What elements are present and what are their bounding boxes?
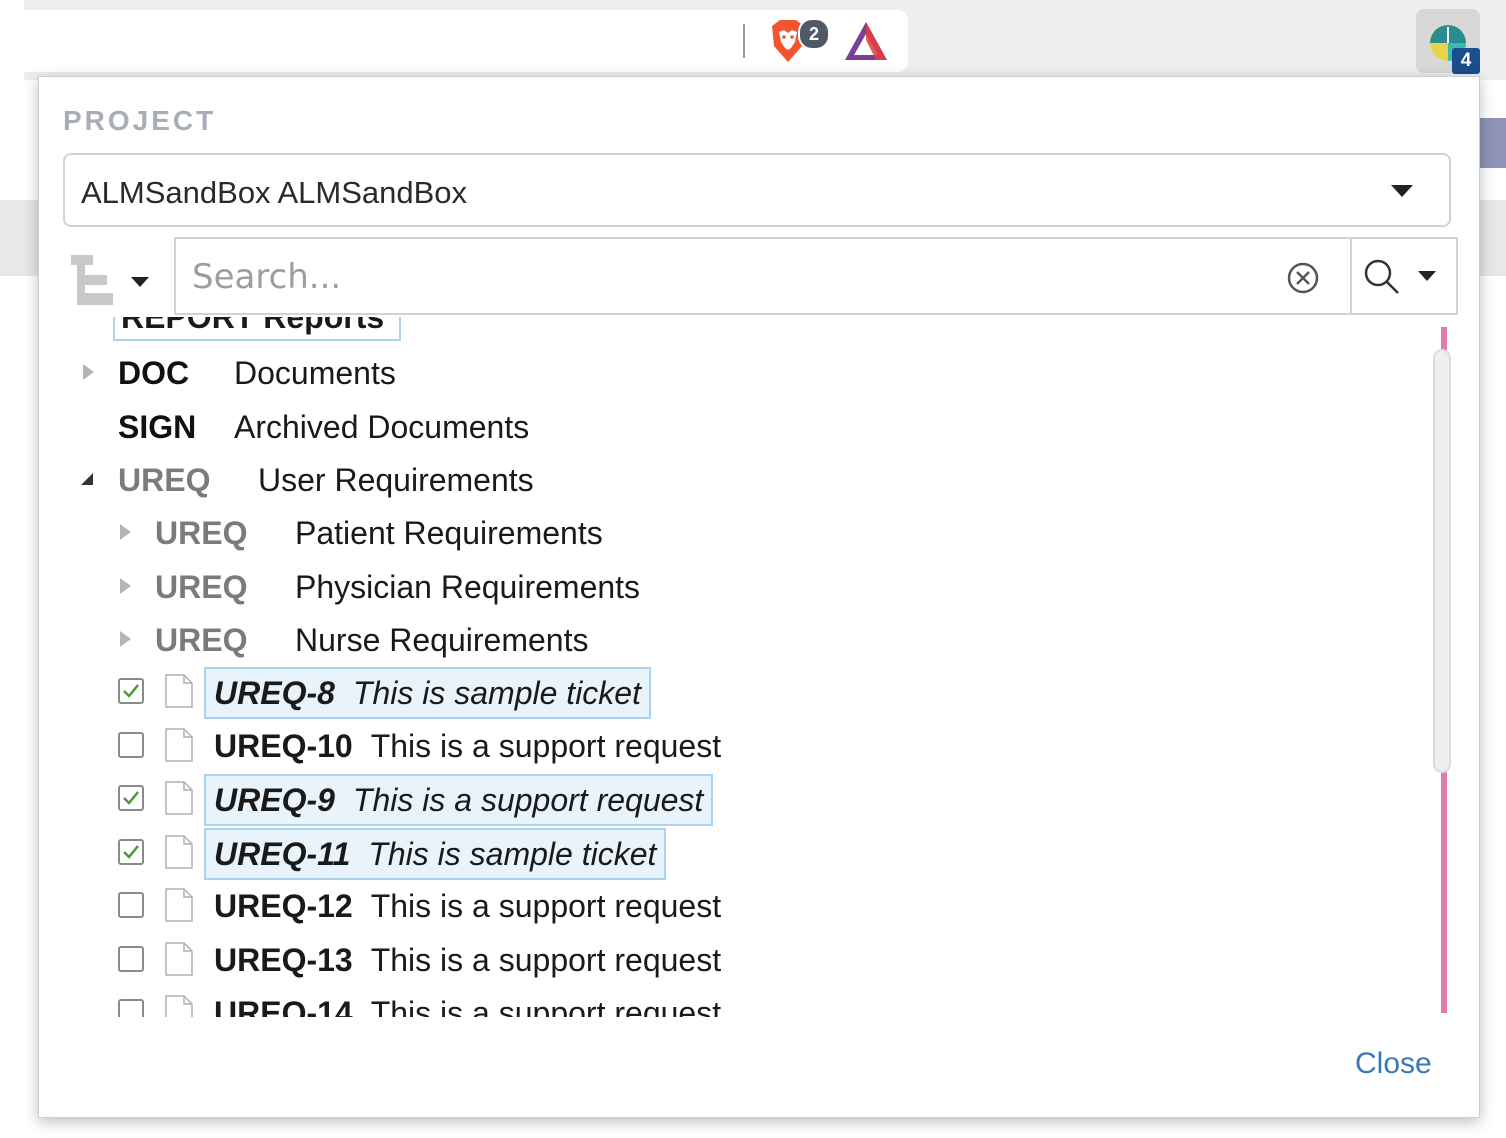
extension-badge: 4 — [1452, 48, 1480, 74]
ticket-row[interactable]: UREQ-8 This is sample ticket — [39, 667, 799, 719]
ticket-title: This is a support request — [370, 888, 722, 924]
node-code: DOC — [118, 355, 190, 391]
node-name: User Requirements — [258, 462, 534, 498]
node-name: Physician Requirements — [295, 569, 641, 605]
project-select[interactable]: ALMSandBox ALMSandBox — [63, 153, 1451, 227]
checkmark-icon — [123, 684, 139, 698]
search-input[interactable] — [190, 251, 1274, 303]
scrollbar-thumb[interactable] — [1433, 349, 1451, 773]
ticket-id: UREQ-8 — [214, 675, 335, 711]
document-icon — [164, 727, 194, 763]
brave-rewards-icon[interactable] — [843, 20, 889, 62]
collapse-icon[interactable] — [81, 473, 93, 485]
toolbar-corner — [0, 0, 24, 10]
tree-node-physician-requirements[interactable]: UREQ Physician Requirements — [39, 561, 739, 611]
tree-node-patient-requirements[interactable]: UREQ Patient Requirements — [39, 507, 739, 557]
ticket-row[interactable]: UREQ-11 This is sample ticket — [39, 828, 799, 880]
ticket-row[interactable]: UREQ-9 This is a support request — [39, 774, 799, 826]
node-name: Archived Documents — [234, 409, 530, 445]
ticket-checkbox[interactable] — [118, 999, 144, 1017]
ticket-checkbox[interactable] — [118, 785, 144, 811]
expand-icon[interactable] — [120, 631, 131, 647]
tree-view: REPORT Reports DOC Documents SIGN Archiv… — [39, 317, 1449, 1017]
document-icon — [164, 673, 194, 709]
tree-node-nurse-requirements[interactable]: UREQ Nurse Requirements — [39, 614, 739, 664]
ticket-row[interactable]: UREQ-10 This is a support request — [39, 721, 799, 771]
ticket-title: This is a support request — [370, 942, 722, 978]
ticket-label[interactable]: UREQ-14 This is a support request — [206, 989, 729, 1017]
ticket-title: This is sample ticket — [352, 675, 641, 711]
node-code: UREQ — [155, 515, 248, 551]
close-button[interactable]: Close — [1355, 1047, 1432, 1081]
brave-shields-badge: 2 — [798, 18, 830, 50]
tree-view-toggle[interactable] — [69, 253, 159, 309]
node-code: UREQ — [155, 622, 248, 658]
ticket-id: UREQ-13 — [214, 942, 353, 978]
ticket-id: UREQ-11 — [214, 836, 351, 872]
ticket-row[interactable]: UREQ-14 This is a support request — [39, 988, 799, 1017]
ticket-label[interactable]: UREQ-8 This is sample ticket — [204, 667, 651, 719]
ticket-label[interactable]: UREQ-12 This is a support request — [206, 882, 729, 930]
ticket-checkbox[interactable] — [118, 732, 144, 758]
ticket-id: UREQ-12 — [214, 888, 353, 924]
toolbar-separator — [743, 24, 745, 58]
ticket-checkbox[interactable] — [118, 892, 144, 918]
document-icon — [164, 780, 194, 816]
tree-node-ureq[interactable]: UREQ User Requirements — [39, 454, 639, 504]
chevron-down-icon — [1391, 185, 1413, 197]
node-code: SIGN — [118, 409, 197, 445]
node-name: Nurse Requirements — [295, 622, 589, 658]
search-box — [174, 237, 1458, 315]
project-select-value: ALMSandBox ALMSandBox — [81, 175, 468, 210]
project-label: PROJECT — [63, 105, 217, 136]
node-code: UREQ — [118, 462, 211, 498]
ticket-checkbox[interactable] — [118, 839, 144, 865]
ticket-title: This is a support request — [370, 995, 722, 1017]
search-icon[interactable] — [1362, 257, 1402, 297]
clear-search-icon[interactable] — [1286, 261, 1320, 295]
chevron-down-icon — [131, 277, 149, 287]
document-icon — [164, 941, 194, 977]
checkmark-icon — [123, 845, 139, 859]
ticket-title: This is a support request — [352, 782, 704, 818]
search-divider — [1350, 239, 1352, 313]
ticket-checkbox[interactable] — [118, 946, 144, 972]
search-options-chevron-icon[interactable] — [1418, 271, 1436, 281]
document-icon — [164, 994, 194, 1017]
ticket-title: This is sample ticket — [368, 836, 657, 872]
node-name: Documents — [234, 355, 396, 391]
ticket-id: UREQ-9 — [214, 782, 335, 818]
tree-structure-icon — [71, 255, 113, 305]
ticket-title: This is a support request — [370, 728, 722, 764]
document-icon — [164, 834, 194, 870]
tree-node-doc[interactable]: DOC Documents — [39, 347, 639, 397]
ticket-label[interactable]: UREQ-10 This is a support request — [206, 722, 729, 770]
expand-icon[interactable] — [120, 578, 131, 594]
checkmark-icon — [123, 791, 139, 805]
background-page-fragment — [0, 200, 38, 276]
background-page-fragment — [1478, 118, 1506, 168]
expand-icon[interactable] — [120, 524, 131, 540]
ticket-id: UREQ-14 — [214, 995, 353, 1017]
node-name: Patient Requirements — [295, 515, 603, 551]
document-icon — [164, 887, 194, 923]
ticket-label[interactable]: UREQ-9 This is a support request — [204, 774, 714, 826]
ticket-id: UREQ-10 — [214, 728, 353, 764]
tree-node-partial[interactable]: REPORT Reports — [113, 317, 401, 341]
node-code: UREQ — [155, 569, 248, 605]
ticket-row[interactable]: UREQ-12 This is a support request — [39, 881, 799, 931]
expand-icon[interactable] — [83, 364, 94, 380]
tree-node-sign[interactable]: SIGN Archived Documents — [39, 401, 639, 451]
extension-popup: PROJECT ALMSandBox ALMSandBox Search... … — [38, 76, 1480, 1118]
ticket-label[interactable]: UREQ-13 This is a support request — [206, 936, 729, 984]
ticket-label[interactable]: UREQ-11 This is sample ticket — [204, 828, 667, 880]
ticket-checkbox[interactable] — [118, 678, 144, 704]
ticket-row[interactable]: UREQ-13 This is a support request — [39, 935, 799, 985]
background-page-fragment — [1478, 200, 1506, 276]
